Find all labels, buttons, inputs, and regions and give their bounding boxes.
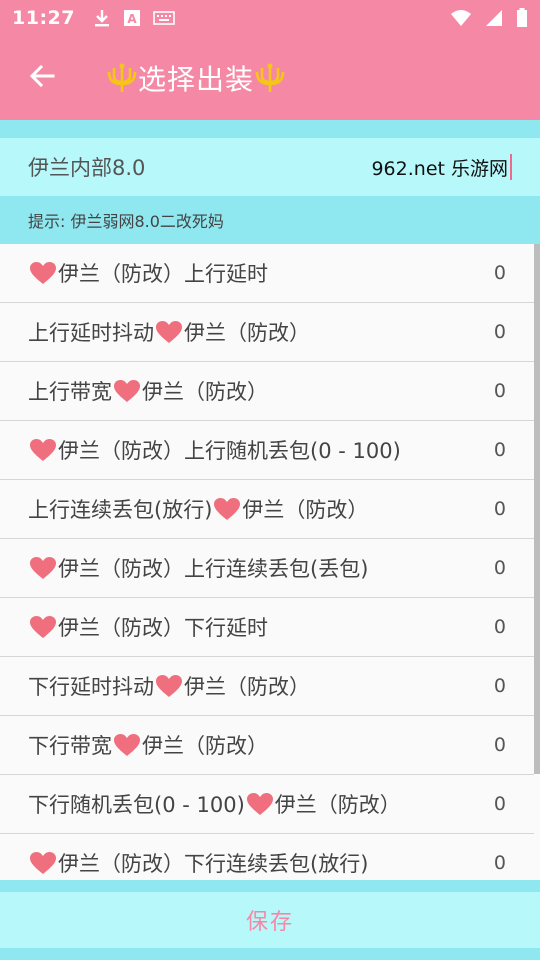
list-item-label: 伊兰（防改）上行延时	[28, 258, 268, 288]
list-item-value: 0	[493, 439, 506, 461]
list-item-text: 伊兰（防改）上行延时	[58, 262, 268, 286]
back-button[interactable]	[14, 50, 70, 106]
app-bar: 选择出装	[0, 36, 540, 120]
battery-icon	[516, 8, 528, 28]
settings-list[interactable]: 伊兰（防改）上行延时 0 上行延时抖动 伊兰（防改） 0 上行带宽 伊兰（防改） 0 伊兰（防改…	[0, 244, 540, 880]
heart-icon	[28, 260, 58, 286]
heart-icon	[245, 791, 275, 817]
list-item-suffix: 伊兰（防改）	[184, 321, 310, 345]
list-item-suffix: 伊兰（防改）	[242, 498, 369, 522]
hint-text: 提示: 伊兰弱网8.0二改死妈	[28, 212, 224, 231]
arrow-back-icon	[28, 62, 56, 94]
list-item[interactable]: 伊兰（防改）下行延时 0	[0, 598, 534, 657]
page-title: 选择出装	[138, 63, 255, 96]
signal-icon	[484, 9, 504, 27]
status-bar: 11:27 A	[0, 0, 540, 36]
header-band	[0, 120, 540, 138]
list-item[interactable]: 上行连续丢包(放行) 伊兰（防改） 0	[0, 480, 534, 539]
list-item-value: 0	[493, 793, 506, 815]
list-item[interactable]: 上行带宽 伊兰（防改） 0	[0, 362, 534, 421]
list-item[interactable]: 上行延时抖动 伊兰（防改） 0	[0, 303, 534, 362]
list-item-label: 伊兰（防改）上行连续丢包(丢包)	[28, 553, 368, 583]
trident-icon	[106, 62, 138, 94]
list-item-value: 0	[493, 321, 506, 343]
list-item-value: 0	[493, 262, 506, 284]
heart-icon	[28, 437, 58, 463]
heart-icon	[154, 673, 184, 699]
list-item-label: 伊兰（防改）下行连续丢包(放行)	[28, 848, 368, 878]
list-item[interactable]: 下行带宽 伊兰（防改） 0	[0, 716, 534, 775]
list-item-value: 0	[493, 734, 506, 756]
config-input-value: 962.net 乐游网	[371, 157, 508, 180]
status-icons-left: A	[93, 8, 175, 28]
heart-icon	[154, 319, 184, 345]
list-item-label: 上行带宽 伊兰（防改）	[28, 376, 268, 406]
keyboard-icon	[153, 11, 175, 25]
list-item[interactable]: 下行延时抖动 伊兰（防改） 0	[0, 657, 534, 716]
list-item-text: 伊兰（防改）下行延时	[58, 616, 268, 640]
list-item-suffix: 伊兰（防改）	[184, 675, 310, 699]
page-title-wrap: 选择出装	[106, 58, 286, 98]
list-item-label: 下行带宽 伊兰（防改）	[28, 730, 268, 760]
list-item[interactable]: 伊兰（防改）上行延时 0	[0, 244, 534, 303]
list-item-text: 伊兰（防改）上行连续丢包(丢包)	[58, 557, 369, 581]
status-time: 11:27	[12, 7, 75, 29]
list-item-text: 上行连续丢包(放行)	[28, 498, 213, 522]
list-item-label: 下行延时抖动 伊兰（防改）	[28, 671, 310, 701]
list-item-suffix: 伊兰（防改）	[274, 793, 401, 817]
list-item-label: 伊兰（防改）下行延时	[28, 612, 268, 642]
list-item-label: 下行随机丢包(0 - 100) 伊兰（防改）	[28, 789, 401, 819]
bottom-band	[0, 948, 540, 960]
list-item-value: 0	[493, 498, 506, 520]
list-item[interactable]: 伊兰（防改）下行连续丢包(放行) 0	[0, 834, 534, 880]
list-item-value: 0	[493, 616, 506, 638]
list-item-text: 上行带宽	[28, 380, 112, 404]
download-icon	[93, 8, 111, 28]
list-item-value: 0	[493, 675, 506, 697]
heart-icon	[28, 850, 58, 876]
list-item-value: 0	[493, 380, 506, 402]
list-item-text: 伊兰（防改）上行随机丢包(0 - 100)	[58, 439, 401, 463]
list-item-text: 下行延时抖动	[28, 675, 154, 699]
list-item-text: 上行延时抖动	[28, 321, 154, 345]
config-input-field[interactable]: 962.net 乐游网	[371, 154, 512, 181]
heart-icon	[212, 496, 242, 522]
save-button-label: 保存	[245, 910, 294, 935]
list-item[interactable]: 伊兰（防改）上行随机丢包(0 - 100) 0	[0, 421, 534, 480]
heart-icon	[28, 555, 58, 581]
svg-text:A: A	[127, 12, 137, 26]
list-item-label: 上行延时抖动 伊兰（防改）	[28, 317, 310, 347]
list-item-text: 伊兰（防改）下行连续丢包(放行)	[58, 852, 369, 876]
list-item[interactable]: 下行随机丢包(0 - 100) 伊兰（防改） 0	[0, 775, 534, 834]
status-icons-right	[450, 8, 528, 28]
list-item-suffix: 伊兰（防改）	[142, 734, 268, 758]
list-item-value: 0	[493, 557, 506, 579]
config-input-row[interactable]: 伊兰内部8.0 962.net 乐游网	[0, 138, 540, 196]
heart-icon	[112, 378, 142, 404]
list-item-text: 下行随机丢包(0 - 100)	[28, 793, 245, 817]
heart-icon	[28, 614, 58, 640]
list-item-text: 下行带宽	[28, 734, 112, 758]
list-item-label: 伊兰（防改）上行随机丢包(0 - 100)	[28, 435, 401, 465]
heart-icon	[112, 732, 142, 758]
text-caret	[510, 154, 512, 180]
scrollbar[interactable]	[534, 244, 540, 774]
wifi-icon	[450, 9, 472, 27]
footer-band	[0, 880, 540, 892]
trident-icon	[254, 62, 286, 94]
list-item-value: 0	[493, 852, 506, 874]
config-input-label: 伊兰内部8.0	[28, 156, 146, 180]
list-item-suffix: 伊兰（防改）	[142, 380, 268, 404]
hint-row: 提示: 伊兰弱网8.0二改死妈	[0, 196, 540, 244]
list-item[interactable]: 伊兰（防改）上行连续丢包(丢包) 0	[0, 539, 534, 598]
a-box-icon: A	[123, 9, 141, 27]
list-item-label: 上行连续丢包(放行) 伊兰（防改）	[28, 494, 368, 524]
save-button[interactable]: 保存	[0, 892, 540, 948]
